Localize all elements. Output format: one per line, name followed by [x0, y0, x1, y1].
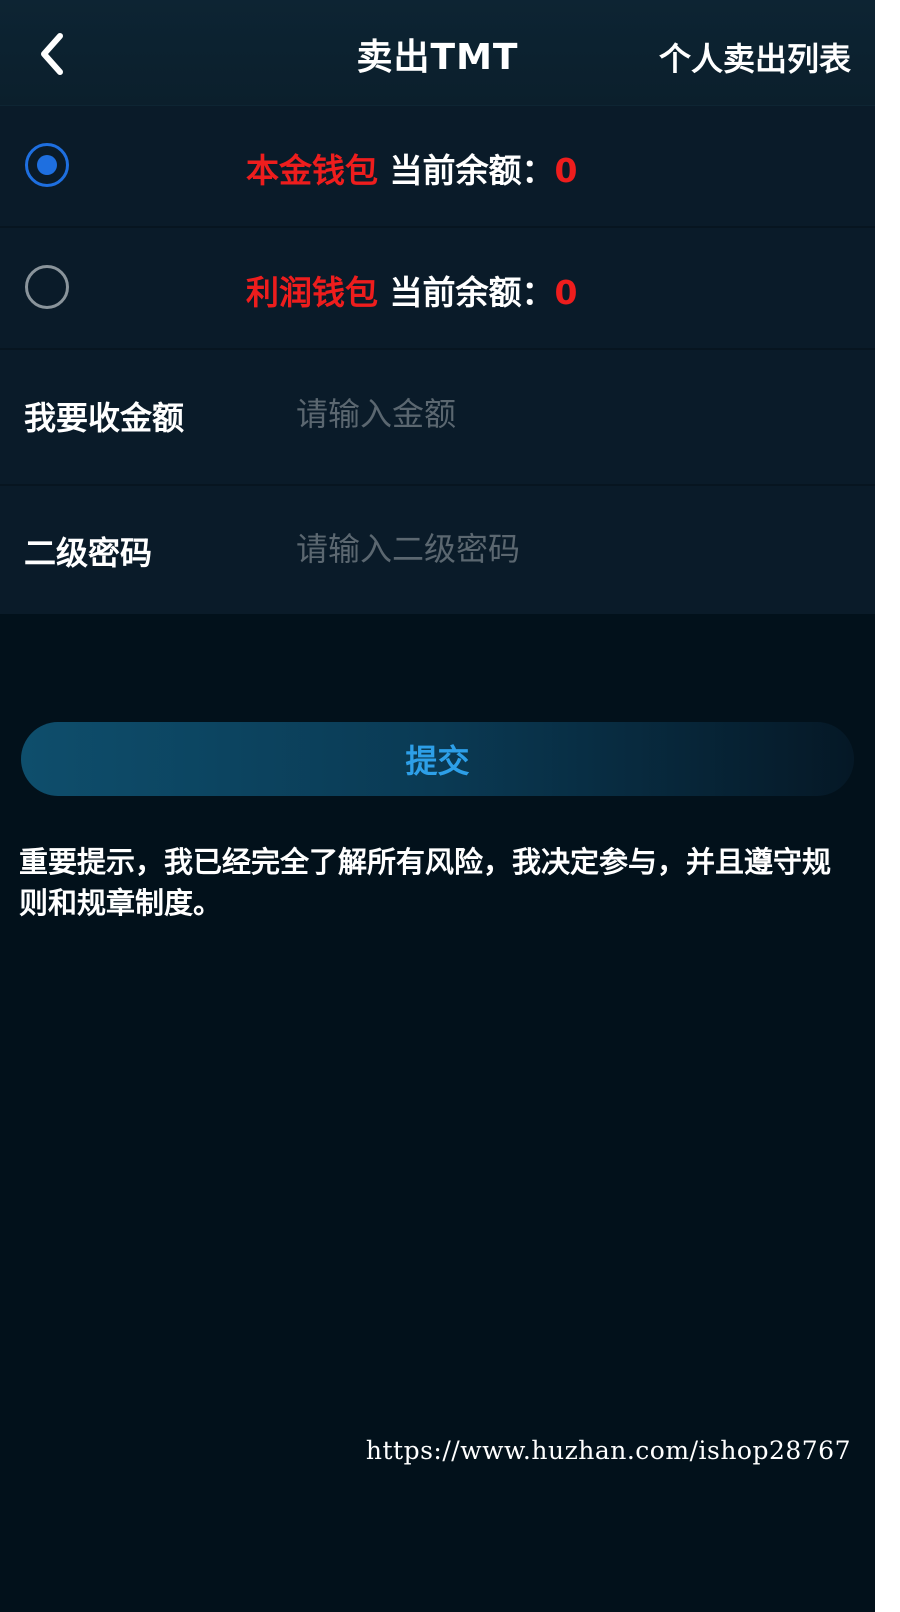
wallet-balance-text: 本金钱包 当前余额：0 [246, 144, 577, 192]
balance-label: 当前余额： [389, 151, 555, 190]
wallet-balance-text: 利润钱包 当前余额：0 [246, 266, 577, 314]
password-row: 二级密码 [0, 486, 875, 622]
wallet-name: 利润钱包 [246, 273, 378, 312]
wallet-option-principal[interactable]: 本金钱包 当前余额：0 [0, 106, 875, 228]
top-nav-bar: 卖出TMT 个人卖出列表 [0, 0, 875, 106]
app-screen: 卖出TMT 个人卖出列表 本金钱包 当前余额：0 利润钱包 当前余额：0 我要收… [0, 0, 875, 1612]
sell-form-panel: 本金钱包 当前余额：0 利润钱包 当前余额：0 我要收金额 二级密码 [0, 106, 875, 614]
amount-input[interactable] [296, 384, 836, 444]
amount-row: 我要收金额 [0, 350, 875, 486]
wallet-name: 本金钱包 [246, 151, 378, 190]
risk-notice: 重要提示，我已经完全了解所有风险，我决定参与，并且遵守规则和规章制度。 [19, 845, 832, 920]
amount-label: 我要收金额 [24, 399, 185, 437]
radio-selected[interactable] [25, 143, 69, 187]
secondary-password-input[interactable] [296, 519, 836, 579]
balance-value: 0 [554, 273, 578, 312]
submit-button[interactable]: 提交 [21, 722, 854, 796]
wallet-option-profit[interactable]: 利润钱包 当前余额：0 [0, 228, 875, 350]
password-label: 二级密码 [24, 534, 153, 572]
balance-value: 0 [554, 151, 578, 190]
sell-list-link[interactable]: 个人卖出列表 [659, 34, 851, 80]
balance-label: 当前余额： [389, 273, 555, 312]
watermark-url: https://www.huzhan.com/ishop28767 [365, 1436, 851, 1465]
radio-unselected[interactable] [25, 265, 69, 309]
